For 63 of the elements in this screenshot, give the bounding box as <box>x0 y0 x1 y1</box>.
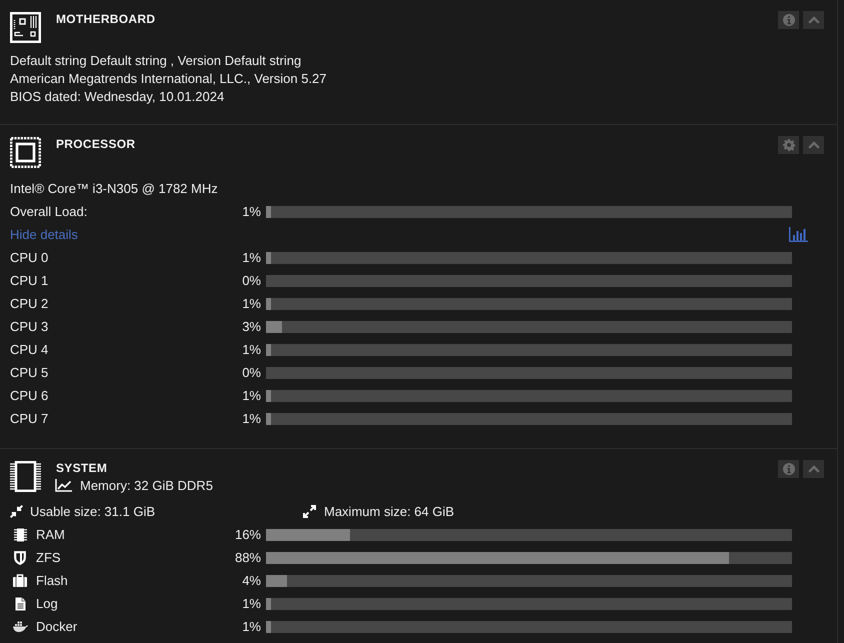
core-label: CPU 6 <box>10 388 48 403</box>
core-label: CPU 4 <box>10 342 48 357</box>
section-title: PROCESSOR <box>56 137 136 152</box>
usage-percentage: 3% <box>242 319 261 334</box>
usage-percentage: 0% <box>242 273 261 288</box>
info-icon <box>782 14 794 26</box>
usage-percentage: 1% <box>242 388 261 403</box>
board-info-text: BIOS dated: Wednesday, 10.01.2024 <box>10 88 224 106</box>
core-label: CPU 2 <box>10 296 48 311</box>
collapse-button[interactable] <box>803 11 824 29</box>
whale-icon <box>12 621 28 632</box>
info-button[interactable] <box>778 11 799 29</box>
document-icon <box>14 596 26 610</box>
expand-arrows-icon <box>303 505 316 518</box>
core-label: CPU 0 <box>10 250 48 265</box>
briefcase-icon <box>13 574 27 587</box>
collapse-button[interactable] <box>803 136 824 154</box>
caret-up-icon <box>808 16 820 24</box>
caret-up-icon <box>808 465 820 473</box>
motherboard-icon <box>10 12 41 43</box>
info-icon <box>782 463 794 475</box>
caret-up-icon <box>808 141 820 149</box>
load-label: Overall Load: <box>10 204 88 219</box>
core-label: CPU 1 <box>10 273 48 288</box>
usage-percentage: 1% <box>242 411 261 426</box>
usage-percentage: 0% <box>242 365 261 380</box>
core-label: CPU 3 <box>10 319 48 334</box>
settings-icon <box>782 139 794 151</box>
usage-percentage: 1% <box>242 619 261 634</box>
maximum-size-text: Maximum size: 64 GiB <box>324 504 454 519</box>
pool-label: Docker <box>36 619 78 634</box>
usage-percentage: 1% <box>242 250 261 265</box>
line-chart-icon <box>55 478 72 492</box>
chip-icon <box>10 461 41 492</box>
usage-percentage: 1% <box>242 204 261 219</box>
board-info-text: Default string Default string , Version Default string <box>10 52 302 70</box>
usage-percentage: 88% <box>234 550 261 565</box>
processor-icon <box>10 137 41 168</box>
usage-percentage: 4% <box>242 573 261 588</box>
section-title: SYSTEM <box>56 461 108 476</box>
board-info-text: American Megatrends International, LLC., Version 5.27 <box>10 70 327 88</box>
section-title: MOTHERBOARD <box>56 12 156 27</box>
bar-chart-icon[interactable] <box>789 227 808 242</box>
shield-icon <box>14 550 26 564</box>
usage-percentage: 16% <box>234 527 261 542</box>
core-label: CPU 5 <box>10 365 48 380</box>
compress-arrows-icon <box>10 505 23 518</box>
collapse-button[interactable] <box>803 460 824 478</box>
pool-label: RAM <box>36 527 65 542</box>
usage-percentage: 1% <box>242 596 261 611</box>
usage-percentage: 1% <box>242 296 261 311</box>
memory-text: Memory: 32 GiB DDR5 <box>80 478 213 492</box>
chip-icon <box>14 528 26 542</box>
pool-label: Log <box>36 596 58 611</box>
usage-percentage: 1% <box>242 342 261 357</box>
usable-size-text: Usable size: 31.1 GiB <box>30 504 156 519</box>
pool-label: Flash <box>36 573 68 588</box>
core-label: CPU 7 <box>10 411 48 426</box>
settings-button[interactable] <box>778 136 799 154</box>
hide-details-link[interactable]: Hide details <box>10 227 78 242</box>
cpu-model-text: Intel® Core™ i3-N305 @ 1782 MHz <box>10 180 218 198</box>
pool-label: ZFS <box>36 550 61 565</box>
info-button[interactable] <box>778 460 799 478</box>
